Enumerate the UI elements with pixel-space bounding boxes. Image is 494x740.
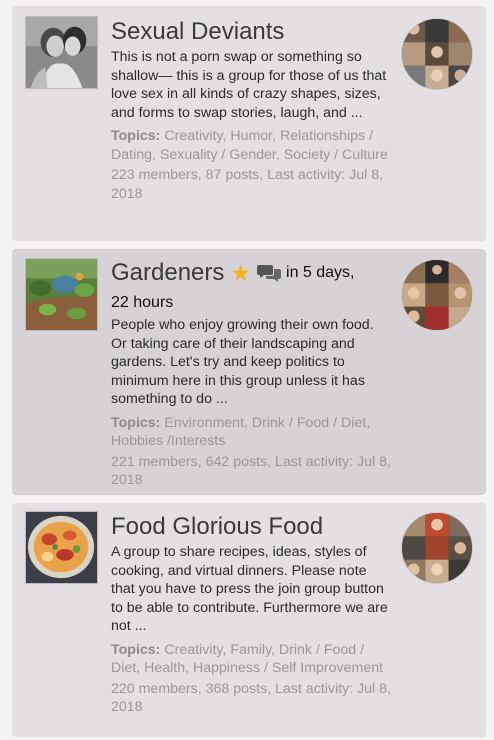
group-stats: 220 members, 368 posts, Last activity: J… (111, 680, 391, 716)
group-title[interactable]: Sexual Deviants (111, 18, 391, 46)
member-avatars-icon (402, 513, 472, 583)
topics-label: Topics: (111, 641, 161, 658)
group-card[interactable]: Food Glorious Food A group to share reci… (12, 503, 486, 737)
food-photo-icon (26, 512, 97, 583)
group-thumbnail[interactable] (25, 511, 98, 584)
group-card[interactable]: Gardeners ★ in 5 days, 22 hours People w… (12, 249, 486, 495)
garden-photo-icon (26, 259, 97, 330)
group-description: People who enjoy growing their own food.… (111, 317, 374, 407)
event-countdown-hours: 22 hours (111, 294, 174, 311)
event-countdown: in 5 days, (286, 264, 355, 281)
group-topics: Topics: Creativity, Humor, Relationships… (111, 127, 391, 164)
group-description: A group to share recipes, ideas, styles … (111, 544, 388, 634)
group-body: Gardeners ★ in 5 days, 22 hours People w… (111, 259, 391, 490)
member-avatars[interactable] (401, 512, 473, 584)
group-body: Sexual Deviants This is not a porn swap … (111, 18, 391, 203)
member-avatars-icon (402, 260, 472, 330)
group-list: Sexual Deviants This is not a porn swap … (0, 0, 494, 740)
member-avatars[interactable] (401, 259, 473, 331)
group-topics: Topics: Creativity, Family, Drink / Food… (111, 641, 391, 678)
group-body: Food Glorious Food A group to share reci… (111, 513, 391, 717)
member-avatars-icon (402, 19, 472, 89)
topics-label: Topics: (111, 128, 161, 144)
group-card[interactable]: Sexual Deviants This is not a porn swap … (12, 6, 486, 241)
member-avatars[interactable] (401, 18, 473, 90)
group-thumbnail[interactable] (25, 16, 98, 89)
group-title-row: Gardeners ★ in 5 days, (111, 259, 391, 287)
couple-photo-icon (26, 17, 97, 88)
group-description: This is not a porn swap or something so … (111, 49, 387, 121)
group-topics: Topics: Environment, Drink / Food / Diet… (111, 414, 391, 451)
group-stats: 221 members, 642 posts, Last activity: J… (111, 453, 391, 489)
group-title[interactable]: Gardeners (111, 259, 224, 287)
group-title[interactable]: Food Glorious Food (111, 513, 391, 541)
group-thumbnail[interactable] (25, 258, 98, 331)
group-stats: 223 members, 87 posts, Last activity: Ju… (111, 167, 384, 202)
chat-bubbles-icon (257, 265, 282, 282)
star-icon: ★ (230, 260, 252, 286)
topics-label: Topics: (111, 414, 161, 431)
